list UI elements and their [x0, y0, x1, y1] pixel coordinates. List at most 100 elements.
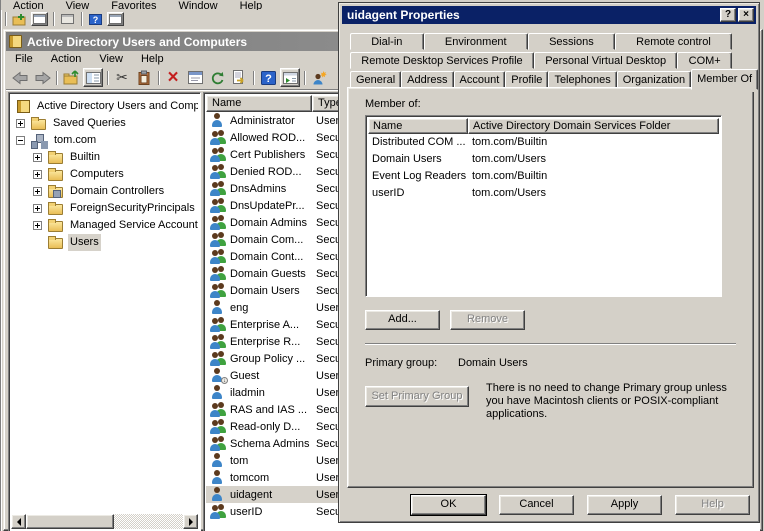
ok-button[interactable]: OK: [411, 495, 486, 515]
up-one-level-icon[interactable]: [61, 68, 81, 87]
mmc-menu-item-window[interactable]: Window: [178, 0, 217, 10]
tree-expander-icon[interactable]: [33, 204, 42, 213]
delete-icon[interactable]: ×: [163, 68, 183, 87]
member-of-cell-folder: tom.com/Builtin: [468, 134, 719, 151]
tree-expander-icon[interactable]: [16, 119, 25, 128]
scroll-right-button[interactable]: [183, 514, 198, 529]
user-disabled-icon: ↓: [210, 368, 226, 383]
tab-remote-control[interactable]: Remote control: [615, 33, 732, 50]
new-console-icon[interactable]: [11, 12, 28, 26]
console-menu-item-file[interactable]: File: [6, 53, 42, 65]
window-icon[interactable]: [59, 12, 76, 26]
list-cell-name: RAS and IAS ...: [230, 404, 312, 416]
cancel-button[interactable]: Cancel: [499, 495, 574, 515]
paste-icon[interactable]: [134, 68, 154, 87]
apply-button[interactable]: Apply: [587, 495, 662, 515]
tree-item[interactable]: Domain Controllers: [11, 183, 198, 200]
tab-member-of[interactable]: Member Of: [691, 69, 758, 90]
list-cell-name: eng: [230, 302, 312, 314]
tree-item[interactable]: Saved Queries: [11, 115, 198, 132]
console-menu-item-help[interactable]: Help: [132, 53, 173, 65]
refresh-icon[interactable]: [207, 68, 227, 87]
tab-account[interactable]: Account: [454, 71, 506, 88]
cut-icon[interactable]: ✂: [112, 68, 132, 87]
back-icon[interactable]: [10, 68, 30, 87]
tree-item[interactable]: Computers: [11, 166, 198, 183]
column-header-name[interactable]: Name: [206, 95, 312, 112]
tree-expander-icon[interactable]: [33, 187, 42, 196]
show-console-tree-icon[interactable]: [83, 68, 103, 87]
tree-item[interactable]: tom.com: [11, 132, 198, 149]
tab-dial-in[interactable]: Dial-in: [350, 33, 424, 50]
window-icon[interactable]: [31, 12, 48, 26]
folder-icon: [31, 119, 46, 130]
primary-group-label: Primary group:: [365, 357, 437, 369]
show-window-icon[interactable]: [280, 68, 300, 87]
tree-item[interactable]: Active Directory Users and Computers: [11, 98, 198, 115]
forward-icon[interactable]: [32, 68, 52, 87]
member-of-label: Member of:: [365, 98, 421, 110]
member-of-column-folder[interactable]: Active Directory Domain Services Folder: [468, 118, 719, 134]
mmc-menu-item-action[interactable]: Action: [13, 0, 44, 10]
tree-item[interactable]: Users: [11, 234, 198, 251]
tab-com-[interactable]: COM+: [677, 52, 732, 69]
export-list-icon[interactable]: [229, 68, 249, 87]
member-of-row[interactable]: Event Log Readers tom.com/Builtin: [368, 168, 719, 185]
remove-button[interactable]: Remove: [450, 310, 525, 330]
new-user-icon[interactable]: [309, 68, 329, 87]
member-of-row[interactable]: userID tom.com/Users: [368, 185, 719, 202]
mmc-menu-item-view[interactable]: View: [66, 0, 90, 10]
tree-item-label: Computers: [68, 166, 126, 183]
tab-sessions[interactable]: Sessions: [528, 33, 615, 50]
tab-telephones[interactable]: Telephones: [548, 71, 616, 88]
window-icon[interactable]: [107, 12, 124, 26]
console-menu-item-view[interactable]: View: [90, 53, 132, 65]
tab-environment[interactable]: Environment: [424, 33, 528, 50]
tree-item[interactable]: Builtin: [11, 149, 198, 166]
scroll-left-button[interactable]: [11, 514, 26, 529]
tree-item-label: Managed Service Accounts: [68, 217, 198, 234]
tree-expander-icon[interactable]: [33, 153, 42, 162]
console-menu-item-action[interactable]: Action: [42, 53, 91, 65]
tree-expander-icon[interactable]: [16, 136, 25, 145]
tree-item[interactable]: Managed Service Accounts: [11, 217, 198, 234]
tab-personal-virtual-desktop[interactable]: Personal Virtual Desktop: [534, 52, 677, 69]
tab-general[interactable]: General: [350, 71, 401, 88]
member-of-column-name[interactable]: Name: [368, 118, 468, 134]
add-button[interactable]: Add...: [365, 310, 440, 330]
tab-organization[interactable]: Organization: [617, 71, 691, 88]
mmc-menu-item-favorites[interactable]: Favorites: [111, 0, 156, 10]
toolbar-separator: [81, 12, 82, 26]
group-icon: [210, 232, 226, 247]
member-of-row[interactable]: Distributed COM ... tom.com/Builtin: [368, 134, 719, 151]
user-icon: [210, 453, 226, 468]
group-icon: [210, 317, 226, 332]
help-window-icon[interactable]: ?: [87, 12, 104, 26]
scrollbar-thumb[interactable]: [26, 514, 114, 529]
help-icon[interactable]: ?: [258, 68, 278, 87]
tab-remote-desktop-services-profile[interactable]: Remote Desktop Services Profile: [350, 52, 534, 69]
member-of-row[interactable]: Domain Users tom.com/Users: [368, 151, 719, 168]
member-of-cell-name: Event Log Readers: [368, 168, 468, 185]
list-cell-name: Domain Admins: [230, 217, 312, 229]
tree-item[interactable]: ForeignSecurityPrincipals: [11, 200, 198, 217]
list-cell-name: Cert Publishers: [230, 149, 312, 161]
tree-expander-icon[interactable]: [33, 170, 42, 179]
tab-profile[interactable]: Profile: [505, 71, 548, 88]
mmc-frame: ActionViewFavoritesWindowHelp ? Active D…: [0, 0, 764, 531]
help-button[interactable]: Help: [675, 495, 750, 515]
list-cell-name: tomcom: [230, 472, 312, 484]
properties-icon[interactable]: [185, 68, 205, 87]
left-arrow-icon: [17, 518, 21, 526]
folder-icon: [48, 204, 63, 215]
tree-horizontal-scrollbar[interactable]: [11, 514, 198, 529]
set-primary-group-button[interactable]: Set Primary Group: [365, 386, 469, 407]
mmc-menu-item-help[interactable]: Help: [240, 0, 263, 10]
tree-expander-icon[interactable]: [33, 221, 42, 230]
group-icon: [210, 130, 226, 145]
tab-address[interactable]: Address: [401, 71, 453, 88]
scrollbar-track[interactable]: [114, 514, 183, 529]
user-icon: [210, 300, 226, 315]
dialog-help-icon[interactable]: ?: [720, 8, 736, 22]
dialog-close-icon[interactable]: ×: [738, 8, 754, 22]
